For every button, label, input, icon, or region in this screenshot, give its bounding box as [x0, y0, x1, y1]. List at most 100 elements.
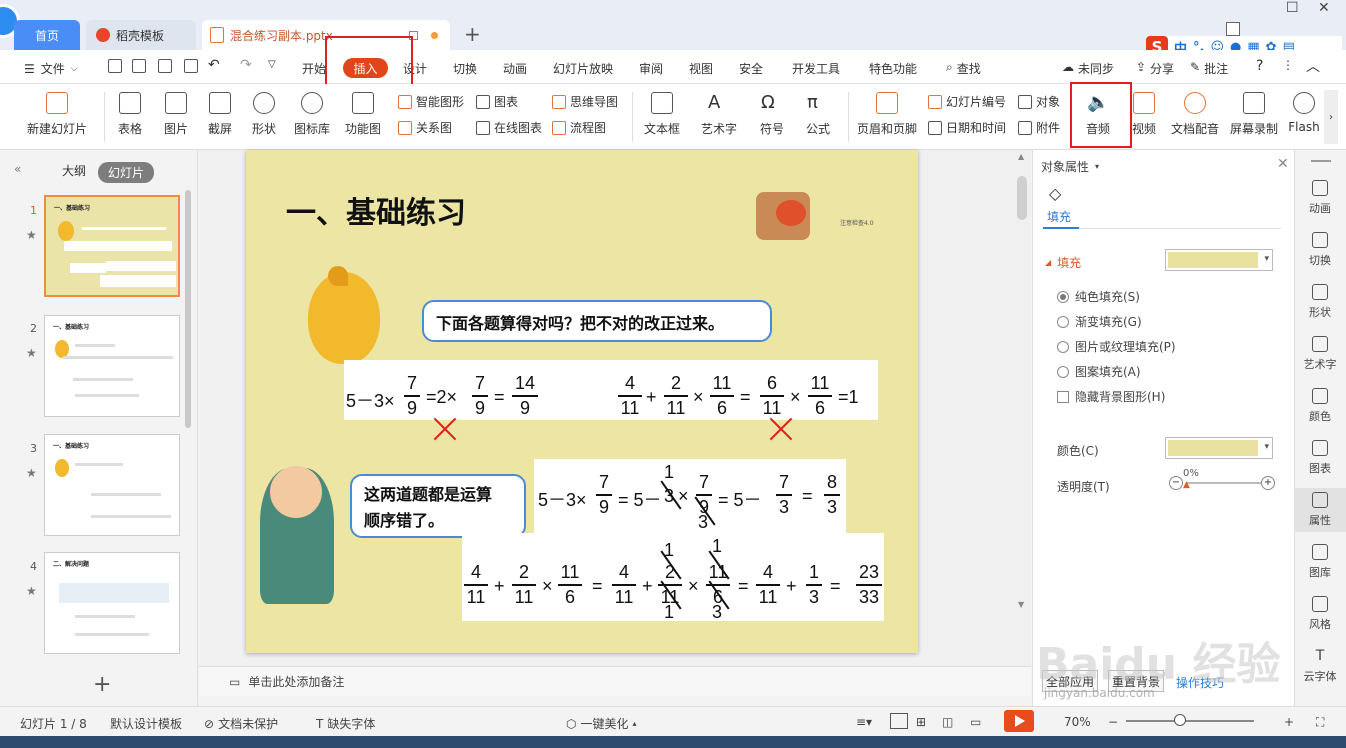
outline-tab[interactable]: 大纲	[62, 162, 86, 179]
slide-thumbnail-1[interactable]: 一、基础练习	[44, 195, 180, 297]
sidebar-gallery[interactable]: 图库	[1294, 544, 1346, 580]
screen-record-button[interactable]: 屏幕录制	[1228, 92, 1280, 137]
sidebar-shape[interactable]: 形状	[1294, 284, 1346, 320]
scroll-down-icon[interactable]: ▼	[1018, 600, 1024, 609]
menu-review[interactable]: 审阅	[639, 60, 663, 77]
menu-transition[interactable]: 切换	[453, 60, 477, 77]
increase-icon[interactable]: +	[1261, 476, 1275, 490]
canvas-scrollbar[interactable]	[1017, 176, 1027, 220]
fill-tab[interactable]: 填充	[1047, 208, 1071, 225]
save-icon[interactable]	[108, 59, 122, 73]
attachment-button[interactable]: 附件	[1018, 119, 1060, 136]
redo-icon[interactable]: ↷	[240, 57, 252, 73]
close-panel-icon[interactable]: ✕	[1277, 156, 1289, 172]
relation-button[interactable]: 关系图	[398, 119, 452, 136]
slides-tab[interactable]: 幻灯片	[98, 162, 155, 183]
customize-qa-icon[interactable]: ▽	[268, 59, 276, 70]
search-command[interactable]: ⌕ 查找	[946, 60, 981, 77]
online-chart-button[interactable]: 在线图表	[476, 119, 542, 136]
sorter-view-icon[interactable]: ⊞	[916, 715, 926, 729]
color-picker[interactable]: ▾	[1165, 437, 1273, 459]
table-button[interactable]: 表格	[112, 92, 148, 137]
help-button[interactable]: ?	[1256, 58, 1263, 74]
solid-fill-option[interactable]: 纯色填充(S)	[1057, 288, 1140, 305]
sidebar-transition[interactable]: 切换	[1294, 232, 1346, 268]
mindmap-button[interactable]: 思维导图	[552, 93, 618, 110]
file-menu[interactable]: ☰ 文件 ⌵	[24, 60, 78, 77]
zoom-slider[interactable]	[1126, 720, 1254, 722]
menu-developer[interactable]: 开发工具	[792, 60, 840, 77]
speech-bubble-answer[interactable]: 这两道题都是运算 顺序错了。	[350, 474, 526, 538]
zoom-in-icon[interactable]: +	[1284, 715, 1294, 729]
user-icon[interactable]	[1226, 22, 1240, 36]
more-icon[interactable]: ⋮	[1282, 58, 1294, 72]
menu-animation[interactable]: 动画	[503, 60, 527, 77]
zoom-out-icon[interactable]: −	[1108, 715, 1118, 729]
new-tab-button[interactable]: +	[464, 22, 481, 46]
screenshot-button[interactable]: 截屏	[202, 92, 238, 137]
add-slide-button[interactable]: +	[93, 672, 111, 697]
ribbon-scroll-right-icon[interactable]: ›	[1324, 90, 1338, 144]
maximize-icon[interactable]: ☐	[1286, 0, 1299, 16]
play-slideshow-button[interactable]	[1004, 710, 1034, 732]
fit-window-icon[interactable]: ⛶	[1316, 715, 1324, 730]
slide-title[interactable]: 一、基础练习	[286, 188, 466, 232]
sidebar-chart[interactable]: 图表	[1294, 440, 1346, 476]
doc-dub-button[interactable]: 文档配音	[1168, 92, 1222, 137]
doc-protect[interactable]: ⊘ 文档未保护	[204, 715, 278, 732]
slide-number-button[interactable]: 幻灯片编号	[928, 93, 1006, 110]
comment-button[interactable]: ✎ 批注	[1190, 60, 1228, 77]
share-button[interactable]: ⇪ 分享	[1136, 60, 1174, 77]
slider-thumb[interactable]: ▲	[1183, 480, 1190, 490]
icon-library-button[interactable]: 图标库	[292, 92, 332, 137]
sidebar-style[interactable]: 风格	[1294, 596, 1346, 632]
print-icon[interactable]	[158, 59, 172, 73]
sync-status[interactable]: ☁ 未同步	[1062, 60, 1114, 77]
chart-button[interactable]: 图表	[476, 93, 518, 110]
notes-view-icon[interactable]: ≡▾	[856, 715, 872, 729]
decrease-icon[interactable]: −	[1169, 476, 1183, 490]
collapse-panel-icon[interactable]: «	[14, 162, 21, 176]
zoom-level[interactable]: 70%	[1064, 715, 1091, 729]
picture-button[interactable]: 图片	[158, 92, 194, 137]
header-footer-button[interactable]: 页眉和页脚	[856, 92, 918, 137]
slide-thumbnail-3[interactable]: 一、基础练习	[44, 434, 180, 536]
slide-1[interactable]: 一、基础练习 注意检查4.0 下面各题算得对吗？把不对的改正过来。 5－3× 7…	[246, 150, 918, 653]
tab-home[interactable]: 首页	[14, 20, 80, 50]
flash-button[interactable]: Flash	[1286, 92, 1322, 134]
sidebar-cloud-font[interactable]: T 云字体	[1294, 648, 1346, 684]
datetime-button[interactable]: 日期和时间	[928, 119, 1006, 136]
panel-header[interactable]: 对象属性 ▾	[1041, 158, 1099, 175]
shape-button[interactable]: 形状	[246, 92, 282, 137]
menu-security[interactable]: 安全	[739, 60, 763, 77]
slide-thumbnail-4[interactable]: 二、解决问题	[44, 552, 180, 654]
sidebar-animation[interactable]: 动画	[1294, 180, 1346, 216]
transparency-slider[interactable]	[1187, 482, 1261, 484]
slide-thumbnail-2[interactable]: 一、基础练习	[44, 315, 180, 417]
menu-home[interactable]: 开始	[302, 60, 326, 77]
normal-view-icon[interactable]	[890, 713, 908, 729]
sidebar-art-text[interactable]: 艺术字	[1294, 336, 1346, 372]
menu-view[interactable]: 视图	[689, 60, 713, 77]
formula-button[interactable]: π 公式	[800, 92, 836, 137]
missing-font[interactable]: T 缺失字体	[316, 715, 375, 732]
symbol-button[interactable]: Ω 符号	[754, 92, 790, 137]
function-chart-button[interactable]: 功能图	[340, 92, 386, 137]
hide-bg-checkbox[interactable]: 隐藏背景图形(H)	[1057, 388, 1165, 405]
notes-bar[interactable]: ▭ 单击此处添加备注	[199, 666, 1031, 696]
tab-templates[interactable]: 稻壳模板	[86, 20, 196, 50]
collapse-ribbon-icon[interactable]: ︿	[1306, 56, 1320, 76]
undo-icon[interactable]: ↶	[208, 57, 220, 73]
picture-fill-option[interactable]: 图片或纹理填充(P)	[1057, 338, 1176, 355]
sidebar-color[interactable]: 颜色	[1294, 388, 1346, 424]
close-window-icon[interactable]: ✕	[1318, 0, 1330, 16]
speech-bubble-question[interactable]: 下面各题算得对吗？把不对的改正过来。	[422, 300, 772, 342]
textbox-button[interactable]: 文本框	[640, 92, 684, 137]
menu-slideshow[interactable]: 幻灯片放映	[553, 60, 613, 77]
flowchart-button[interactable]: 流程图	[552, 119, 606, 136]
art-text-button[interactable]: A 艺术字	[697, 92, 741, 137]
gradient-fill-option[interactable]: 渐变填充(G)	[1057, 313, 1142, 330]
design-template[interactable]: 默认设计模板	[110, 715, 182, 732]
new-slide-button[interactable]: 新建幻灯片	[22, 92, 92, 137]
menu-special[interactable]: 特色功能	[869, 60, 917, 77]
